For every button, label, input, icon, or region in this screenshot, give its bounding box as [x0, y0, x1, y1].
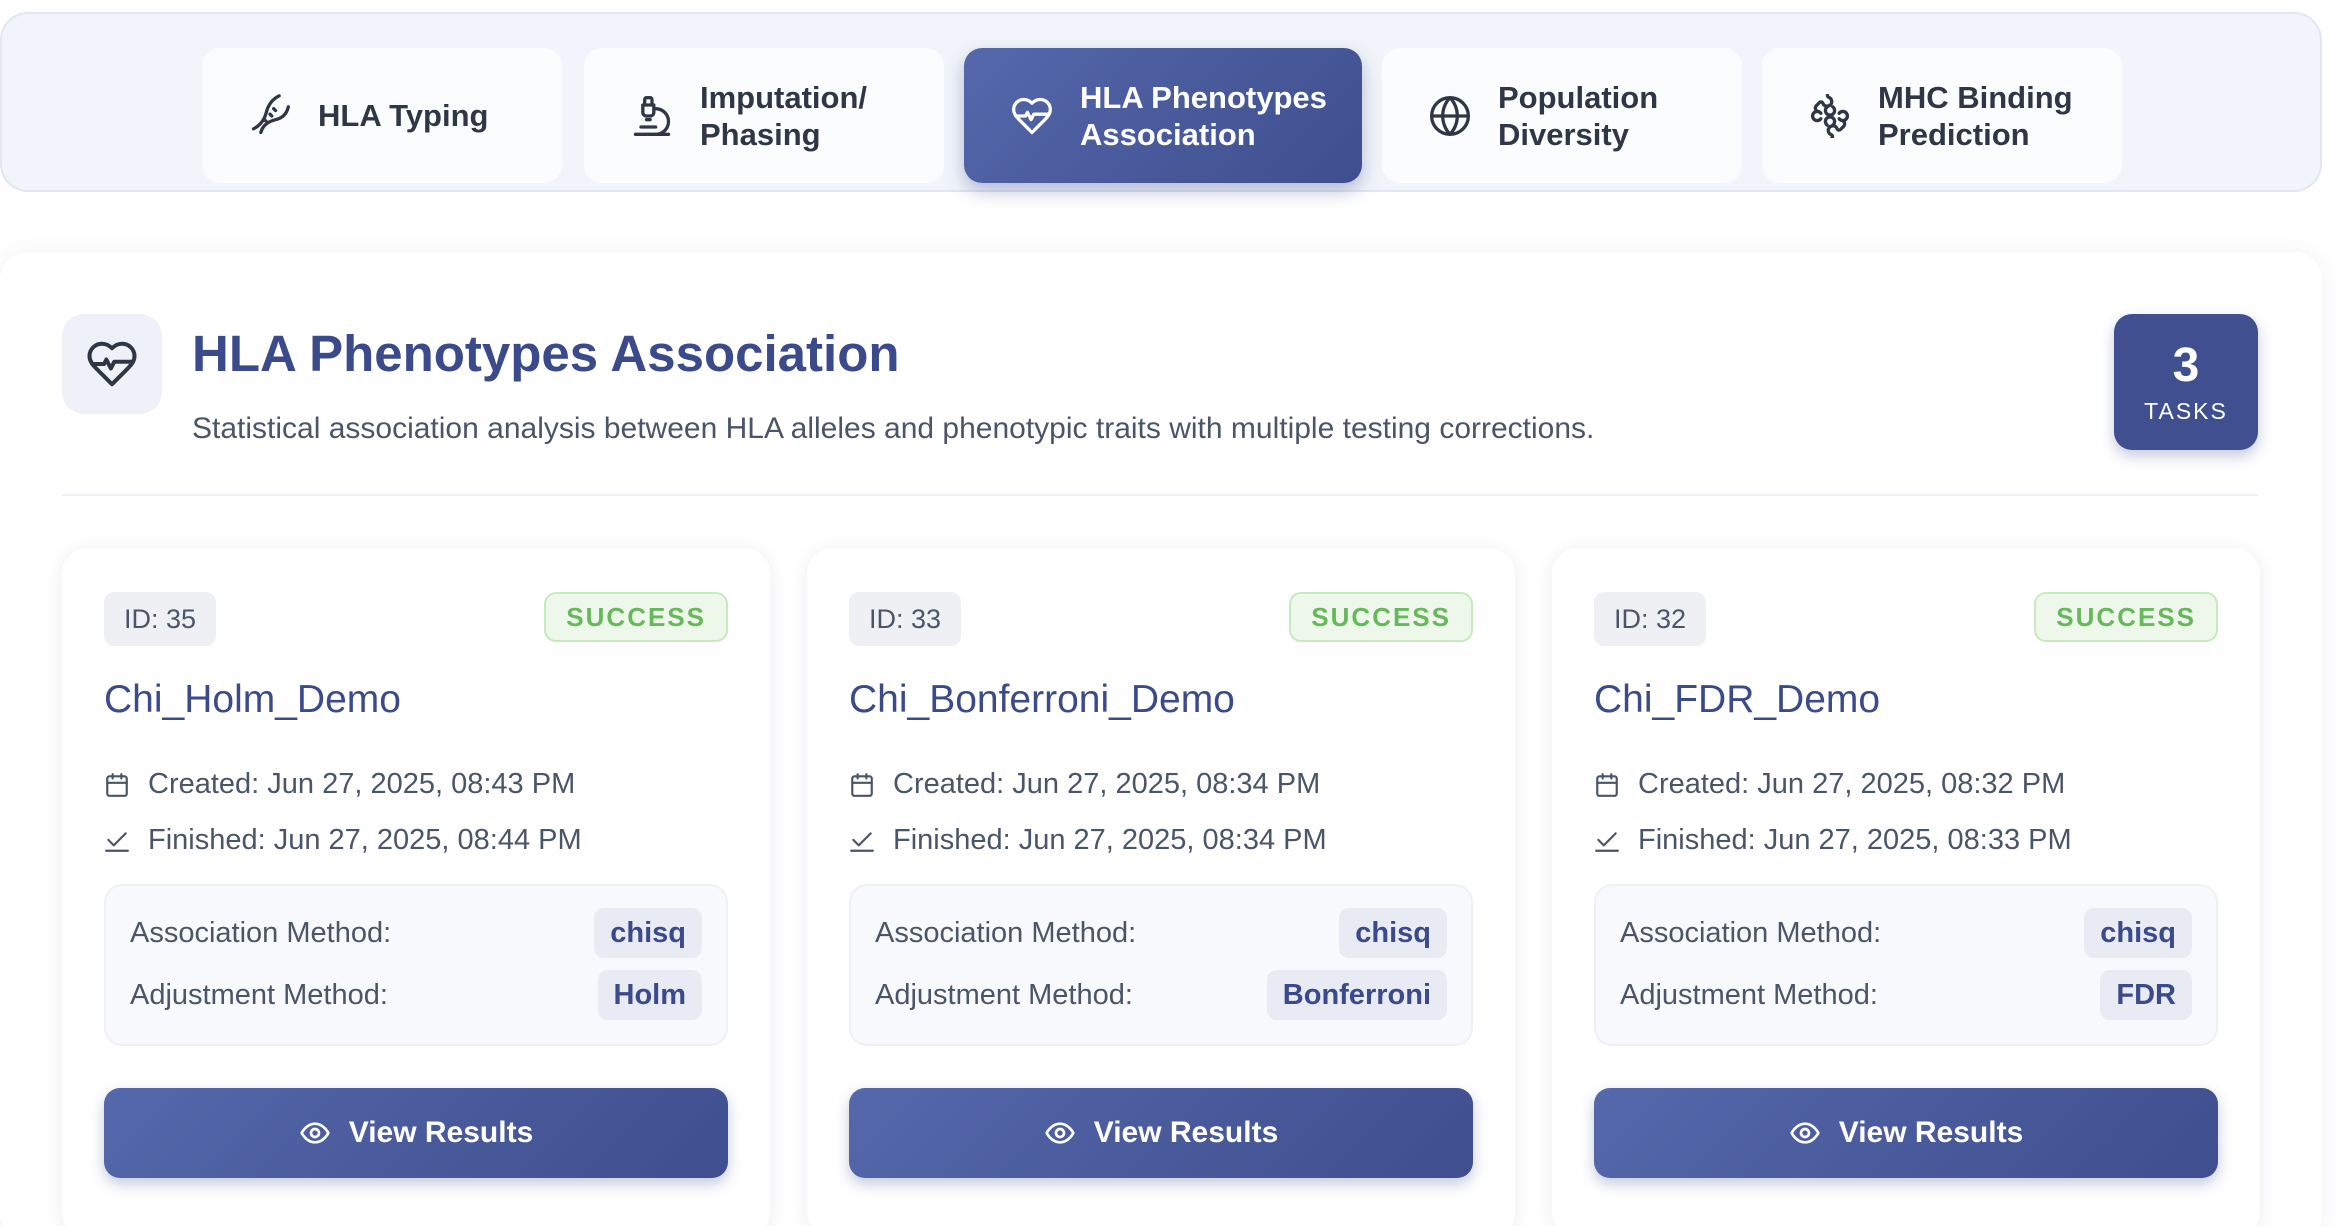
adjustment-method-value: Holm: [597, 970, 702, 1020]
task-id-badge: ID: 33: [849, 592, 962, 646]
created-row: Created: Jun 27, 2025, 08:34 PM: [849, 768, 1320, 801]
tab-label: Imputation/ Phasing: [700, 79, 868, 152]
eye-icon: [299, 1116, 333, 1150]
adjustment-method-row: Adjustment Method: Bonferroni: [875, 970, 1447, 1020]
association-method-row: Association Method: chisq: [1620, 908, 2192, 958]
association-method-row: Association Method: chisq: [130, 908, 702, 958]
tab-label: HLA Typing: [318, 98, 489, 133]
task-card: ID: 33 SUCCESS Chi_Bonferroni_Demo Creat…: [807, 548, 1515, 1226]
association-method-value: chisq: [2084, 908, 2192, 958]
header-divider: [62, 494, 2258, 496]
eye-icon: [1789, 1116, 1823, 1150]
parameters-box: Association Method: chisq Adjustment Met…: [849, 884, 1473, 1046]
created-text: Created: Jun 27, 2025, 08:43 PM: [148, 768, 576, 800]
globe-icon: [1426, 92, 1474, 140]
adjustment-method-label: Adjustment Method:: [130, 978, 388, 1011]
adjustment-method-label: Adjustment Method:: [875, 978, 1133, 1011]
task-count-badge: 3 TASKS: [2114, 314, 2258, 450]
finished-text: Finished: Jun 27, 2025, 08:34 PM: [893, 824, 1327, 856]
tab-hla-typing[interactable]: HLA Typing: [202, 48, 562, 183]
parameters-box: Association Method: chisq Adjustment Met…: [1594, 884, 2218, 1046]
association-method-row: Association Method: chisq: [875, 908, 1447, 958]
view-results-label: View Results: [1093, 1116, 1279, 1149]
dna-icon: [246, 92, 294, 140]
task-card: ID: 32 SUCCESS Chi_FDR_Demo Created: Jun…: [1552, 548, 2260, 1226]
heart-pulse-icon: [62, 314, 162, 414]
association-method-label: Association Method:: [130, 916, 392, 949]
page-title: HLA Phenotypes Association: [192, 325, 900, 382]
view-results-button[interactable]: View Results: [1594, 1088, 2218, 1178]
status-badge: SUCCESS: [2034, 592, 2218, 642]
calendar-icon: [849, 771, 877, 799]
adjustment-method-row: Adjustment Method: FDR: [1620, 970, 2192, 1020]
finished-row: Finished: Jun 27, 2025, 08:33 PM: [1594, 824, 2072, 857]
module-panel: HLA Phenotypes Association Statistical a…: [0, 252, 2322, 1226]
tab-label: Population Diversity: [1498, 79, 1659, 152]
check-icon: [104, 827, 132, 855]
view-results-label: View Results: [1838, 1116, 2024, 1149]
view-results-label: View Results: [348, 1116, 534, 1149]
association-method-value: chisq: [1339, 908, 1447, 958]
tab-mhc-binding-prediction[interactable]: MHC Binding Prediction: [1762, 48, 2122, 183]
check-icon: [849, 827, 877, 855]
tab-imputation-phasing[interactable]: Imputation/ Phasing: [584, 48, 944, 183]
adjustment-method-row: Adjustment Method: Holm: [130, 970, 702, 1020]
tab-population-diversity[interactable]: Population Diversity: [1382, 48, 1742, 183]
task-title: Chi_Bonferroni_Demo: [849, 678, 1235, 721]
adjustment-method-value: Bonferroni: [1266, 970, 1447, 1020]
finished-row: Finished: Jun 27, 2025, 08:34 PM: [849, 824, 1327, 857]
microscope-icon: [628, 92, 676, 140]
task-card: ID: 35 SUCCESS Chi_Holm_Demo Created: Ju…: [62, 548, 770, 1226]
adjustment-method-value: FDR: [2100, 970, 2192, 1020]
created-text: Created: Jun 27, 2025, 08:34 PM: [893, 768, 1321, 800]
task-id-badge: ID: 35: [104, 592, 217, 646]
task-count-label: TASKS: [2144, 397, 2228, 424]
association-method-label: Association Method:: [1620, 916, 1882, 949]
tab-label: HLA Phenotypes Association: [1080, 79, 1327, 152]
finished-text: Finished: Jun 27, 2025, 08:33 PM: [1638, 824, 2072, 856]
tab-label: MHC Binding Prediction: [1878, 79, 2073, 152]
check-icon: [1594, 827, 1622, 855]
calendar-icon: [104, 771, 132, 799]
finished-row: Finished: Jun 27, 2025, 08:44 PM: [104, 824, 582, 857]
view-results-button[interactable]: View Results: [104, 1088, 728, 1178]
eye-icon: [1044, 1116, 1078, 1150]
association-method-label: Association Method:: [875, 916, 1137, 949]
page-description: Statistical association analysis between…: [192, 412, 1595, 445]
created-row: Created: Jun 27, 2025, 08:32 PM: [1594, 768, 2065, 801]
calendar-icon: [1594, 771, 1622, 799]
task-count: 3: [2172, 338, 2200, 392]
finished-text: Finished: Jun 27, 2025, 08:44 PM: [148, 824, 582, 856]
adjustment-method-label: Adjustment Method:: [1620, 978, 1878, 1011]
association-method-value: chisq: [594, 908, 702, 958]
parameters-box: Association Method: chisq Adjustment Met…: [104, 884, 728, 1046]
module-tab-bar: HLA Typing Imputation/ Phasing HLA Pheno…: [0, 12, 2322, 192]
task-title: Chi_Holm_Demo: [104, 678, 401, 721]
status-badge: SUCCESS: [544, 592, 728, 642]
created-text: Created: Jun 27, 2025, 08:32 PM: [1638, 768, 2066, 800]
task-id-badge: ID: 32: [1594, 592, 1707, 646]
puzzle-icon: [1806, 92, 1854, 140]
heart-pulse-icon: [1008, 92, 1056, 140]
task-title: Chi_FDR_Demo: [1594, 678, 1881, 721]
status-badge: SUCCESS: [1289, 592, 1473, 642]
tab-hla-phenotypes-association[interactable]: HLA Phenotypes Association: [964, 48, 1362, 183]
view-results-button[interactable]: View Results: [849, 1088, 1473, 1178]
created-row: Created: Jun 27, 2025, 08:43 PM: [104, 768, 575, 801]
